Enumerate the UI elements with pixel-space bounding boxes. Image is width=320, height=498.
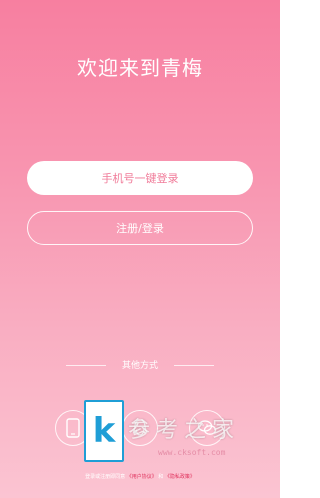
phone-icon <box>66 418 80 438</box>
watermark-logo: k <box>84 400 124 462</box>
welcome-title: 欢迎来到青梅 <box>77 56 203 80</box>
divider-line-right <box>174 365 214 366</box>
user-agreement-link[interactable]: 《用户协议》 <box>127 474 157 480</box>
agreement-conjunction: 和 <box>158 474 164 480</box>
login-screen: 欢迎来到青梅 手机号一键登录 注册/登录 其他方式 登录或注册即同意 《用户协议… <box>0 0 280 498</box>
register-login-button[interactable]: 注册/登录 <box>27 211 253 245</box>
watermark-text: 参考之家 <box>128 418 241 443</box>
one-click-login-label: 手机号一键登录 <box>101 172 179 185</box>
privacy-policy-link[interactable]: 《隐私政策》 <box>165 474 195 480</box>
other-methods-label: 其他方式 <box>121 361 158 371</box>
register-login-label: 注册/登录 <box>116 222 164 235</box>
watermark-url: www.cksoft.com <box>158 448 226 457</box>
one-click-login-button[interactable]: 手机号一键登录 <box>27 161 253 195</box>
agreement-prefix: 登录或注册即同意 <box>85 474 126 480</box>
watermark-logo-letter: k <box>92 411 116 451</box>
other-methods-divider: 其他方式 <box>0 358 280 372</box>
agreement-text: 登录或注册即同意 《用户协议》 和 《隐私政策》 <box>0 473 280 480</box>
